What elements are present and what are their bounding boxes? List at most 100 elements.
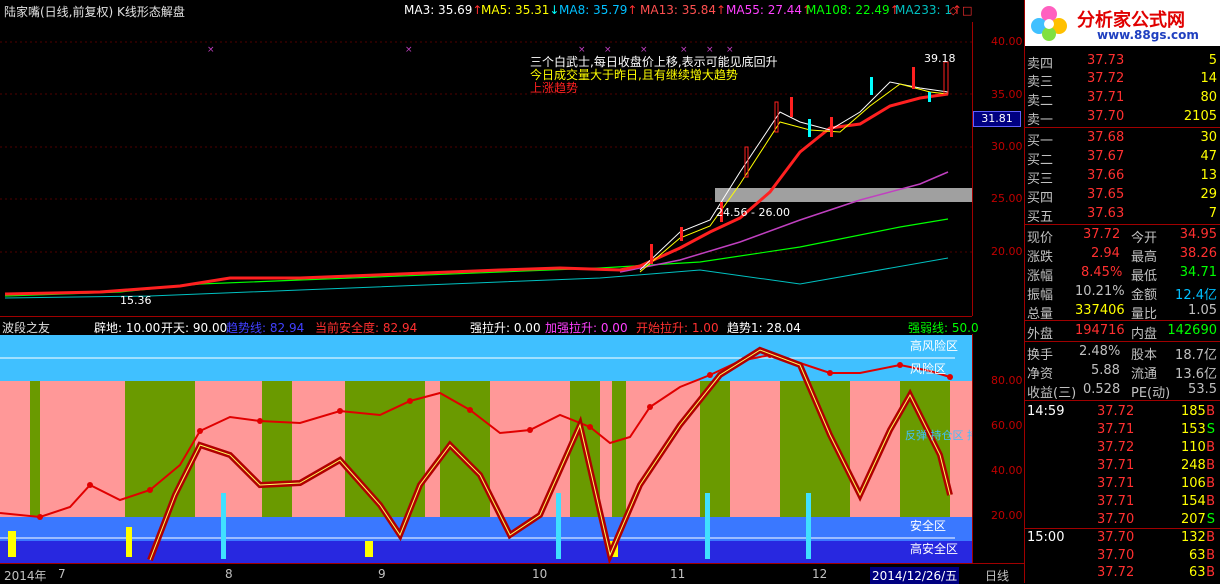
svg-text:×: ×	[640, 45, 648, 55]
ma3-line	[639, 81, 949, 271]
svg-text:×: ×	[578, 45, 586, 55]
tick-row[interactable]: 14:59 37.72 185 B	[1025, 403, 1219, 421]
time-label: 9	[378, 567, 386, 581]
tick-row[interactable]: 37.72 110 B	[1025, 439, 1219, 457]
cursor-date: 2014/12/26/五	[870, 567, 960, 584]
kline-chart[interactable]: × × × × × × × × 三个白武士,每日收盘价上移,表示可能见底回升 今日成交量大于…	[0, 22, 972, 316]
ask-row[interactable]: 卖四 37.73 5	[1025, 52, 1219, 72]
time-label: 12	[812, 567, 828, 581]
ma108-line	[4, 218, 949, 297]
indicator-tick: 60.00	[991, 419, 1023, 432]
period-label[interactable]: 日线	[985, 567, 1009, 584]
logo-banner: 分析家公式网 www.88gs.com	[1025, 0, 1220, 46]
price-tick: 20.00	[991, 245, 1023, 258]
candles	[650, 61, 949, 264]
time-label: 11	[670, 567, 686, 581]
close-icon[interactable]: □	[962, 4, 972, 17]
stat-row: 涨幅 8.45% 最低 34.71	[1027, 265, 1217, 284]
zone-safe: 安全区	[910, 518, 946, 533]
annotation-volume: 今日成交量大于昨日,且有继续增大趋势	[530, 67, 738, 82]
indicator-tick: 20.00	[991, 509, 1023, 522]
low-label: 15.36	[120, 294, 152, 307]
svg-text:×: ×	[604, 45, 612, 55]
tick-row[interactable]: 37.71 106 B	[1025, 475, 1219, 493]
ma108-legend[interactable]: MA108: 22.49↑	[806, 3, 900, 17]
price-tick: 40.00	[991, 35, 1023, 48]
zone-high-risk: 高风险区	[910, 338, 958, 353]
resistance-zone	[715, 188, 972, 202]
indicator-value: 趋势1: 28.04	[727, 321, 801, 335]
indicator-value: 开天: 90.00	[161, 321, 228, 335]
indicator-value: 强拉升: 0.00	[470, 321, 541, 335]
indicator-axis: 80.00 60.00 40.00 20.00	[972, 334, 1025, 564]
indicator-header: 波段之友 辟地: 10.00 开天: 90.00 趋势线: 82.94 当前安全…	[0, 316, 979, 336]
zone-very-safe: 高安全区	[910, 541, 958, 556]
ma5-legend[interactable]: MA5: 35.31↓	[481, 3, 559, 17]
indicator-value: 强弱线: 50.0	[908, 321, 979, 335]
zone-rebound: 反弹 持仓区 持币	[905, 428, 972, 442]
svg-text:×: ×	[680, 45, 688, 55]
ma8-legend[interactable]: MA8: 35.79↑	[559, 3, 637, 17]
stat-row: 总量 337406 量比 1.05	[1027, 303, 1217, 322]
indicator-value: 当前安全度: 82.94	[315, 321, 418, 335]
indicator-value: 开始拉升: 1.00	[636, 321, 719, 335]
time-label: 8	[225, 567, 233, 581]
bid-row[interactable]: 买五 37.63 7	[1025, 205, 1219, 225]
indicator-tick: 40.00	[991, 464, 1023, 477]
time-label: 10	[532, 567, 548, 581]
flower-logo-icon	[1031, 6, 1067, 41]
ask-row[interactable]: 卖一 37.70 2105	[1025, 108, 1219, 128]
annotation-pattern: 三个白武士,每日收盘价上移,表示可能见底回升	[530, 54, 778, 69]
svg-text:×: ×	[405, 45, 413, 55]
tick-row[interactable]: 37.70 207 S	[1025, 511, 1219, 529]
stat-row: 收益(三) 0.528 PE(动) 53.5	[1027, 382, 1217, 401]
stat-row: 外盘 194716 内盘 142690	[1027, 323, 1217, 342]
indicator-chart[interactable]: 高风险区 风险区 安全区 高安全区 反弹 持仓区 持币	[0, 335, 972, 563]
stat-row: 换手 2.48% 股本 18.7亿	[1027, 344, 1217, 363]
current-price-tag: 31.81	[973, 111, 1021, 127]
bid-row[interactable]: 买一 37.68 30	[1025, 129, 1219, 149]
time-label: 2014年	[4, 569, 47, 583]
quote-panel: 分析家公式网 www.88gs.com 卖四 37.73 5 卖三 37.72 14 卖…	[1024, 0, 1220, 583]
indicator-name[interactable]: 波段之友	[2, 319, 50, 336]
price-tick: 25.00	[991, 192, 1023, 205]
ma3-legend[interactable]: MA3: 35.69↑	[404, 3, 482, 17]
svg-text:×: ×	[726, 45, 734, 55]
tick-row[interactable]: 15:00 37.70 132 B	[1025, 529, 1219, 547]
tick-row[interactable]: 37.71 154 B	[1025, 493, 1219, 511]
stat-row: 振幅 10.21% 金额 12.4亿	[1027, 284, 1217, 303]
ask-row[interactable]: 卖二 37.71 80	[1025, 89, 1219, 109]
svg-text:×: ×	[706, 45, 714, 55]
tick-row[interactable]: 37.71 153 S	[1025, 421, 1219, 439]
settings-icon[interactable]: ◇	[949, 4, 957, 17]
ask-row[interactable]: 卖三 37.72 14	[1025, 70, 1219, 90]
indicator-value: 趋势线: 82.94	[226, 321, 305, 335]
annotation-trend: 上涨趋势	[530, 80, 578, 95]
indicator-tick: 80.00	[991, 374, 1023, 387]
stat-row: 现价 37.72 今开 34.95	[1027, 227, 1217, 246]
price-tick: 30.00	[991, 140, 1023, 153]
indicator-value: 加强拉升: 0.00	[545, 321, 628, 335]
stat-row: 净资 5.88 流通 13.6亿	[1027, 363, 1217, 382]
ma55-legend[interactable]: MA55: 27.44↑	[726, 3, 812, 17]
stat-row: 涨跌 2.94 最高 38.26	[1027, 246, 1217, 265]
ma233-line	[4, 257, 949, 299]
time-axis: 2014年 7 8 9 10 11 12 2014/12/26/五 日线	[0, 563, 1024, 584]
logo-url: www.88gs.com	[1097, 28, 1199, 42]
time-label: 7	[58, 567, 66, 581]
bid-row[interactable]: 买三 37.66 13	[1025, 167, 1219, 187]
svg-text:×: ×	[207, 45, 215, 55]
price-tick: 35.00	[991, 88, 1023, 101]
bid-row[interactable]: 买二 37.67 47	[1025, 148, 1219, 168]
chart-title: 陆家嘴(日线,前复权) K线形态解盘	[4, 5, 185, 19]
ma13-legend[interactable]: MA13: 35.84↑	[640, 3, 726, 17]
indicator-value: 辟地: 10.00	[94, 321, 161, 335]
tick-row[interactable]: 37.71 248 B	[1025, 457, 1219, 475]
tick-row[interactable]: 37.72 63 B	[1025, 564, 1219, 582]
high-label: 39.18	[924, 52, 956, 65]
ma55-line	[619, 171, 949, 273]
zone-risk: 风险区	[910, 361, 946, 376]
tick-row[interactable]: 37.70 63 B	[1025, 547, 1219, 565]
bid-row[interactable]: 买四 37.65 29	[1025, 186, 1219, 206]
price-axis: 40.00 35.00 30.00 25.00 20.00 31.81	[972, 22, 1025, 316]
